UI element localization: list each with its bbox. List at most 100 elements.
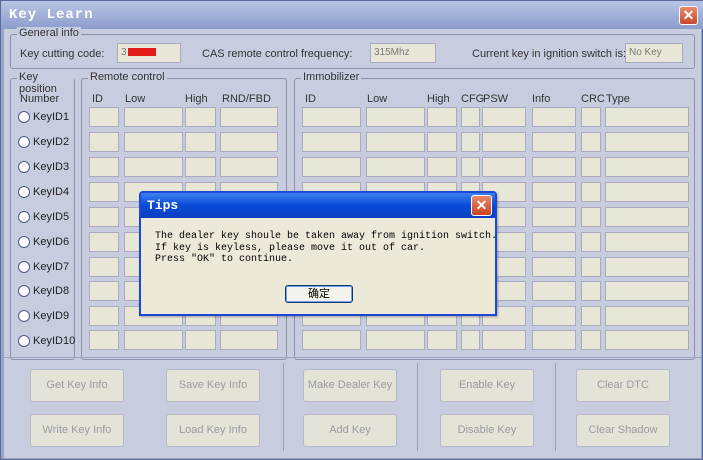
remote-control-cell[interactable] [124,107,183,127]
add-key-button[interactable]: Add Key [303,414,397,447]
remote-control-cell[interactable] [220,107,278,127]
immobilizer-cell[interactable] [366,107,425,127]
immobilizer-cell[interactable] [581,157,601,177]
remote-control-cell[interactable] [89,132,119,152]
remote-control-cell[interactable] [89,257,119,277]
radio-circle-icon[interactable] [18,335,30,347]
disable-key-button[interactable]: Disable Key [440,414,534,447]
immobilizer-cell[interactable] [427,132,457,152]
immobilizer-cell[interactable] [581,281,601,301]
immobilizer-cell[interactable] [366,157,425,177]
immobilizer-cell[interactable] [605,182,689,202]
immobilizer-cell[interactable] [427,330,457,350]
radio-circle-icon[interactable] [18,261,30,273]
immobilizer-cell[interactable] [302,132,361,152]
remote-control-cell[interactable] [185,132,216,152]
clear-shadow-button[interactable]: Clear Shadow [576,414,670,447]
immobilizer-cell[interactable] [581,330,601,350]
immobilizer-cell[interactable] [581,232,601,252]
immobilizer-cell[interactable] [482,330,526,350]
immobilizer-cell[interactable] [605,132,689,152]
remote-control-cell[interactable] [124,132,183,152]
window-close-button[interactable]: ✕ [679,6,698,25]
immobilizer-cell[interactable] [427,157,457,177]
immobilizer-cell[interactable] [581,207,601,227]
immobilizer-cell[interactable] [532,306,576,326]
immobilizer-cell[interactable] [605,281,689,301]
immobilizer-cell[interactable] [302,157,361,177]
immobilizer-cell[interactable] [605,232,689,252]
immobilizer-cell[interactable] [302,330,361,350]
get-key-info-button[interactable]: Get Key Info [30,369,124,402]
key-radio-label: KeyID6 [33,236,70,248]
radio-circle-icon[interactable] [18,211,30,223]
immobilizer-cell[interactable] [532,157,576,177]
immobilizer-cell[interactable] [605,157,689,177]
remote-control-cell[interactable] [89,182,119,202]
immobilizer-cell[interactable] [605,330,689,350]
save-key-info-button[interactable]: Save Key Info [166,369,260,402]
remote-control-cell[interactable] [220,157,278,177]
load-key-info-button[interactable]: Load Key Info [166,414,260,447]
cas-frequency-field[interactable]: 315Mhz [370,43,436,63]
remote-control-cell[interactable] [185,330,216,350]
remote-control-cell[interactable] [124,330,183,350]
radio-circle-icon[interactable] [18,161,30,173]
immobilizer-cell[interactable] [461,157,480,177]
remote-control-cell[interactable] [220,330,278,350]
clear-dtc-button[interactable]: Clear DTC [576,369,670,402]
radio-circle-icon[interactable] [18,285,30,297]
remote-control-cell[interactable] [89,330,119,350]
immobilizer-cell[interactable] [302,107,361,127]
remote-control-cell[interactable] [89,306,119,326]
immobilizer-cell[interactable] [461,330,480,350]
immobilizer-cell[interactable] [532,182,576,202]
radio-circle-icon[interactable] [18,111,30,123]
immobilizer-cell[interactable] [581,306,601,326]
remote-control-cell[interactable] [220,132,278,152]
remote-control-cell[interactable] [124,157,183,177]
remote-control-cell[interactable] [89,207,119,227]
immobilizer-cell[interactable] [366,330,425,350]
radio-circle-icon[interactable] [18,186,30,198]
remote-control-cell[interactable] [89,232,119,252]
remote-control-cell[interactable] [89,107,119,127]
immobilizer-cell[interactable] [605,306,689,326]
immobilizer-cell[interactable] [581,132,601,152]
remote-control-cell[interactable] [185,157,216,177]
immobilizer-cell[interactable] [482,107,526,127]
immobilizer-cell[interactable] [532,330,576,350]
immobilizer-cell[interactable] [366,132,425,152]
immobilizer-cell[interactable] [532,107,576,127]
dialog-close-button[interactable]: ✕ [471,195,492,216]
immobilizer-cell[interactable] [532,207,576,227]
make-dealer-key-button[interactable]: Make Dealer Key [303,369,397,402]
immobilizer-cell[interactable] [581,257,601,277]
immobilizer-cell[interactable] [605,107,689,127]
remote-control-cell[interactable] [89,157,119,177]
immobilizer-cell[interactable] [532,257,576,277]
immobilizer-cell[interactable] [461,107,480,127]
immobilizer-cell[interactable] [427,107,457,127]
immobilizer-cell[interactable] [605,257,689,277]
immobilizer-cell[interactable] [605,207,689,227]
rc-header-id: ID [92,93,103,105]
immobilizer-cell[interactable] [482,132,526,152]
current-key-field[interactable]: No Key [625,43,683,63]
remote-control-cell[interactable] [89,281,119,301]
key-cutting-code-field[interactable]: 3 [117,43,181,63]
enable-key-button[interactable]: Enable Key [440,369,534,402]
immobilizer-cell[interactable] [532,281,576,301]
dialog-ok-button[interactable]: 确定 [285,285,353,303]
immobilizer-cell[interactable] [461,132,480,152]
remote-control-cell[interactable] [185,107,216,127]
immobilizer-cell[interactable] [532,132,576,152]
write-key-info-button[interactable]: Write Key Info [30,414,124,447]
immobilizer-cell[interactable] [581,107,601,127]
immobilizer-cell[interactable] [532,232,576,252]
radio-circle-icon[interactable] [18,310,30,322]
radio-circle-icon[interactable] [18,236,30,248]
immobilizer-cell[interactable] [482,157,526,177]
radio-circle-icon[interactable] [18,136,30,148]
immobilizer-cell[interactable] [581,182,601,202]
